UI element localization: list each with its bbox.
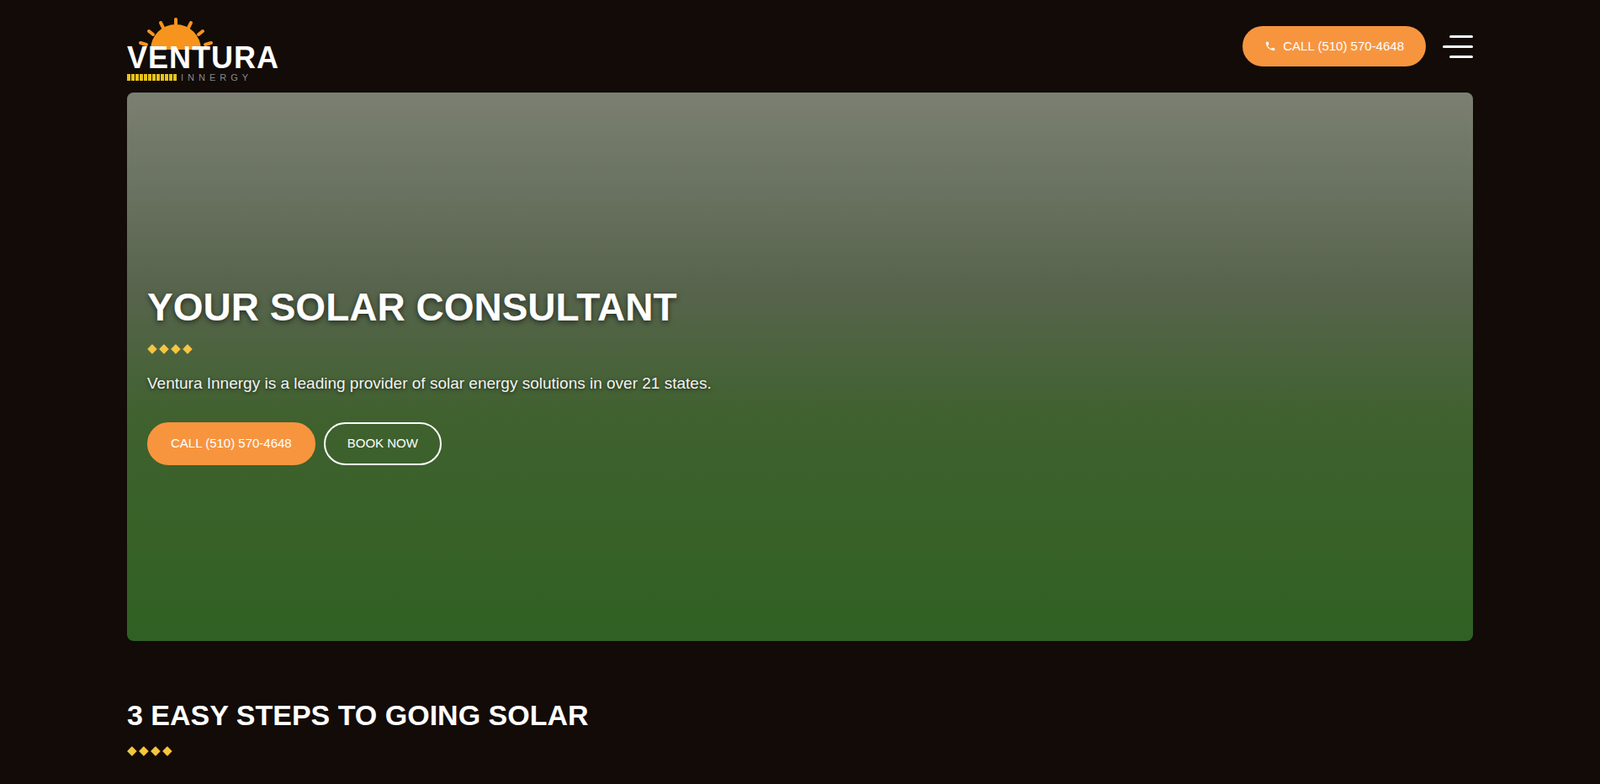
phone-icon (1264, 40, 1277, 53)
call-button-label: CALL (510) 570-4648 (1282, 37, 1404, 57)
hero-call-button[interactable]: CALL (510) 570-4648 (147, 422, 316, 466)
site-header: VENTURA INNERGY CALL (510) 570-4648 (127, 0, 1473, 93)
logo[interactable]: VENTURA INNERGY (127, 10, 280, 83)
hero-buttons: CALL (510) 570-4648 BOOK NOW (147, 422, 442, 466)
logo-tagline: INNERGY (180, 73, 253, 83)
hero-content: YOUR SOLAR CONSULTANT ◆◆◆◆ Ventura Inner… (127, 92, 1473, 466)
hero-title: YOUR SOLAR CONSULTANT (147, 284, 678, 331)
call-button[interactable]: CALL (510) 570-4648 (1242, 26, 1426, 67)
hero-diamonds: ◆◆◆◆ (147, 339, 195, 359)
steps-title: 3 EASY STEPS TO GOING SOLAR (127, 698, 1473, 733)
steps-diamonds: ◆◆◆◆ (127, 741, 1473, 761)
logo-name: VENTURA (127, 42, 280, 74)
solar-panel-icon (127, 74, 178, 81)
hero: YOUR SOLAR CONSULTANT ◆◆◆◆ Ventura Inner… (127, 92, 1473, 642)
page: VENTURA INNERGY CALL (510) 570-4648 YOUR… (127, 0, 1473, 760)
menu-icon[interactable] (1442, 35, 1473, 59)
steps-section: 3 EASY STEPS TO GOING SOLAR ◆◆◆◆ (127, 641, 1473, 760)
hero-subtitle: Ventura Innergy is a leading provider of… (147, 371, 712, 397)
hero-photo (127, 92, 1473, 642)
button-label: CALL (510) 570-4648 (170, 434, 292, 454)
book-now-button[interactable]: BOOK NOW (323, 422, 442, 466)
button-label: BOOK NOW (347, 434, 419, 454)
